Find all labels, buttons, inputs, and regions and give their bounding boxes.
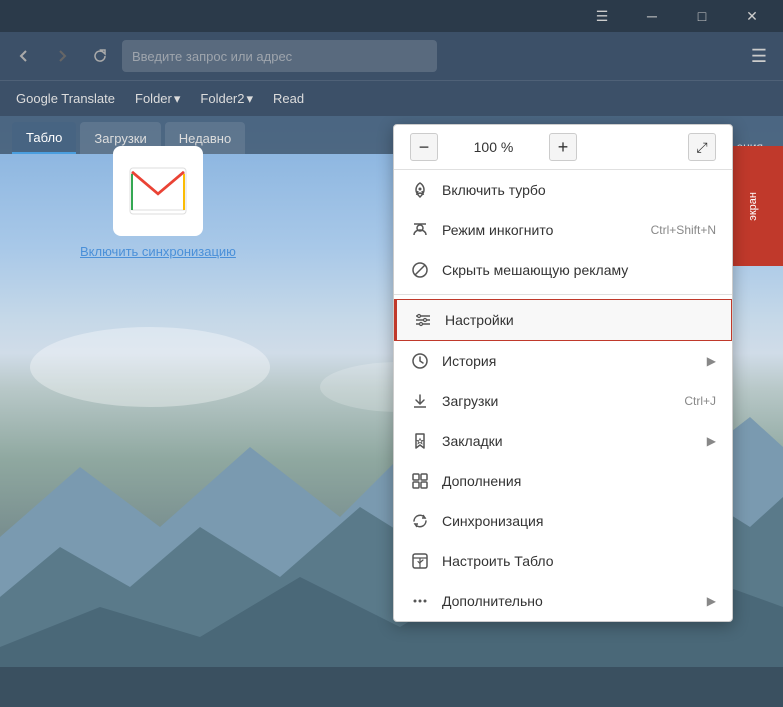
refresh-button[interactable] bbox=[84, 40, 116, 72]
bookmark-folder2-label: Folder2 bbox=[200, 91, 244, 106]
bookmark-folder-label: Folder bbox=[135, 91, 172, 106]
menu-item-incognito[interactable]: Режим инкогнито Ctrl+Shift+N bbox=[394, 210, 732, 250]
bookmark-folder[interactable]: Folder ▾ bbox=[127, 87, 188, 111]
extensions-label: Дополнения bbox=[442, 473, 716, 489]
history-arrow-icon: ▶ bbox=[707, 354, 716, 368]
incognito-label: Режим инкогнито bbox=[442, 222, 639, 238]
sync-icon bbox=[410, 511, 430, 531]
zoom-value: 100 % bbox=[450, 139, 537, 155]
maximize-button[interactable]: □ bbox=[679, 1, 725, 31]
bookmarks-icon bbox=[410, 431, 430, 451]
gmail-sync-label[interactable]: Включить синхронизацию bbox=[80, 244, 236, 259]
fullscreen-button[interactable]: ⤢ bbox=[688, 133, 716, 161]
gmail-area: Включить синхронизацию bbox=[80, 146, 236, 259]
bookmark-read[interactable]: Read bbox=[265, 87, 312, 110]
zoom-out-button[interactable]: − bbox=[410, 133, 438, 161]
gmail-logo bbox=[128, 166, 188, 216]
more-label: Дополнительно bbox=[442, 593, 695, 609]
bookmark-folder2[interactable]: Folder2 ▾ bbox=[192, 87, 261, 111]
history-label: История bbox=[442, 353, 695, 369]
dropdown-menu: − 100 % + ⤢ Включить турбо bbox=[393, 124, 733, 622]
browser-frame: ☰ ─ □ ✕ Введите запрос или адрес ☰ Googl… bbox=[0, 0, 783, 707]
forward-button[interactable] bbox=[46, 40, 78, 72]
adblock-icon bbox=[410, 260, 430, 280]
menu-item-turbo[interactable]: Включить турбо bbox=[394, 170, 732, 210]
bookmarks-arrow-icon: ▶ bbox=[707, 434, 716, 448]
downloads-label: Загрузки bbox=[442, 393, 672, 409]
content-area: Табло Загрузки Недавно ения Включить син… bbox=[0, 116, 783, 707]
nav-bar: Введите запрос или адрес ☰ bbox=[0, 32, 783, 80]
turbo-label: Включить турбо bbox=[442, 182, 716, 198]
menu-item-adblock[interactable]: Скрыть мешающую рекламу bbox=[394, 250, 732, 290]
divider-1 bbox=[394, 294, 732, 295]
zoom-row: − 100 % + ⤢ bbox=[394, 125, 732, 170]
browser-menu-button[interactable]: ☰ bbox=[743, 40, 775, 72]
settings-icon bbox=[413, 310, 433, 330]
settings-label: Настройки bbox=[445, 312, 715, 328]
more-icon bbox=[410, 591, 430, 611]
configure-tab-icon bbox=[410, 551, 430, 571]
menu-item-downloads[interactable]: Загрузки Ctrl+J bbox=[394, 381, 732, 421]
menu-item-bookmarks[interactable]: Закладки ▶ bbox=[394, 421, 732, 461]
incognito-icon bbox=[410, 220, 430, 240]
zoom-in-button[interactable]: + bbox=[549, 133, 577, 161]
menu-button[interactable]: ☰ bbox=[579, 1, 625, 31]
extensions-icon bbox=[410, 471, 430, 491]
menu-item-extensions[interactable]: Дополнения bbox=[394, 461, 732, 501]
folder2-arrow-icon: ▾ bbox=[246, 91, 253, 107]
minimize-button[interactable]: ─ bbox=[629, 1, 675, 31]
history-icon bbox=[410, 351, 430, 371]
configure-tab-label: Настроить Табло bbox=[442, 553, 716, 569]
bookmark-google-translate[interactable]: Google Translate bbox=[8, 87, 123, 110]
folder-arrow-icon: ▾ bbox=[174, 91, 181, 107]
downloads-icon bbox=[410, 391, 430, 411]
menu-item-settings[interactable]: Настройки bbox=[394, 299, 732, 341]
refresh-icon bbox=[91, 47, 109, 65]
gmail-icon bbox=[113, 146, 203, 236]
red-banner-text: экран bbox=[747, 192, 759, 221]
back-icon bbox=[15, 47, 33, 65]
bookmarks-label: Закладки bbox=[442, 433, 695, 449]
back-button[interactable] bbox=[8, 40, 40, 72]
menu-item-more[interactable]: Дополнительно ▶ bbox=[394, 581, 732, 621]
title-bar: ☰ ─ □ ✕ bbox=[0, 0, 783, 32]
downloads-shortcut: Ctrl+J bbox=[684, 394, 716, 408]
adblock-label: Скрыть мешающую рекламу bbox=[442, 262, 716, 278]
menu-item-sync[interactable]: Синхронизация bbox=[394, 501, 732, 541]
more-arrow-icon: ▶ bbox=[707, 594, 716, 608]
close-button[interactable]: ✕ bbox=[729, 1, 775, 31]
sync-label: Синхронизация bbox=[442, 513, 716, 529]
address-bar[interactable]: Введите запрос или адрес bbox=[122, 40, 437, 72]
bookmarks-bar: Google Translate Folder ▾ Folder2 ▾ Read bbox=[0, 80, 783, 116]
tab-tablo[interactable]: Табло bbox=[12, 122, 76, 154]
incognito-shortcut: Ctrl+Shift+N bbox=[651, 223, 716, 237]
forward-icon bbox=[53, 47, 71, 65]
rocket-icon bbox=[410, 180, 430, 200]
menu-item-history[interactable]: История ▶ bbox=[394, 341, 732, 381]
address-text: Введите запрос или адрес bbox=[132, 49, 292, 64]
menu-item-configure-tab[interactable]: Настроить Табло bbox=[394, 541, 732, 581]
